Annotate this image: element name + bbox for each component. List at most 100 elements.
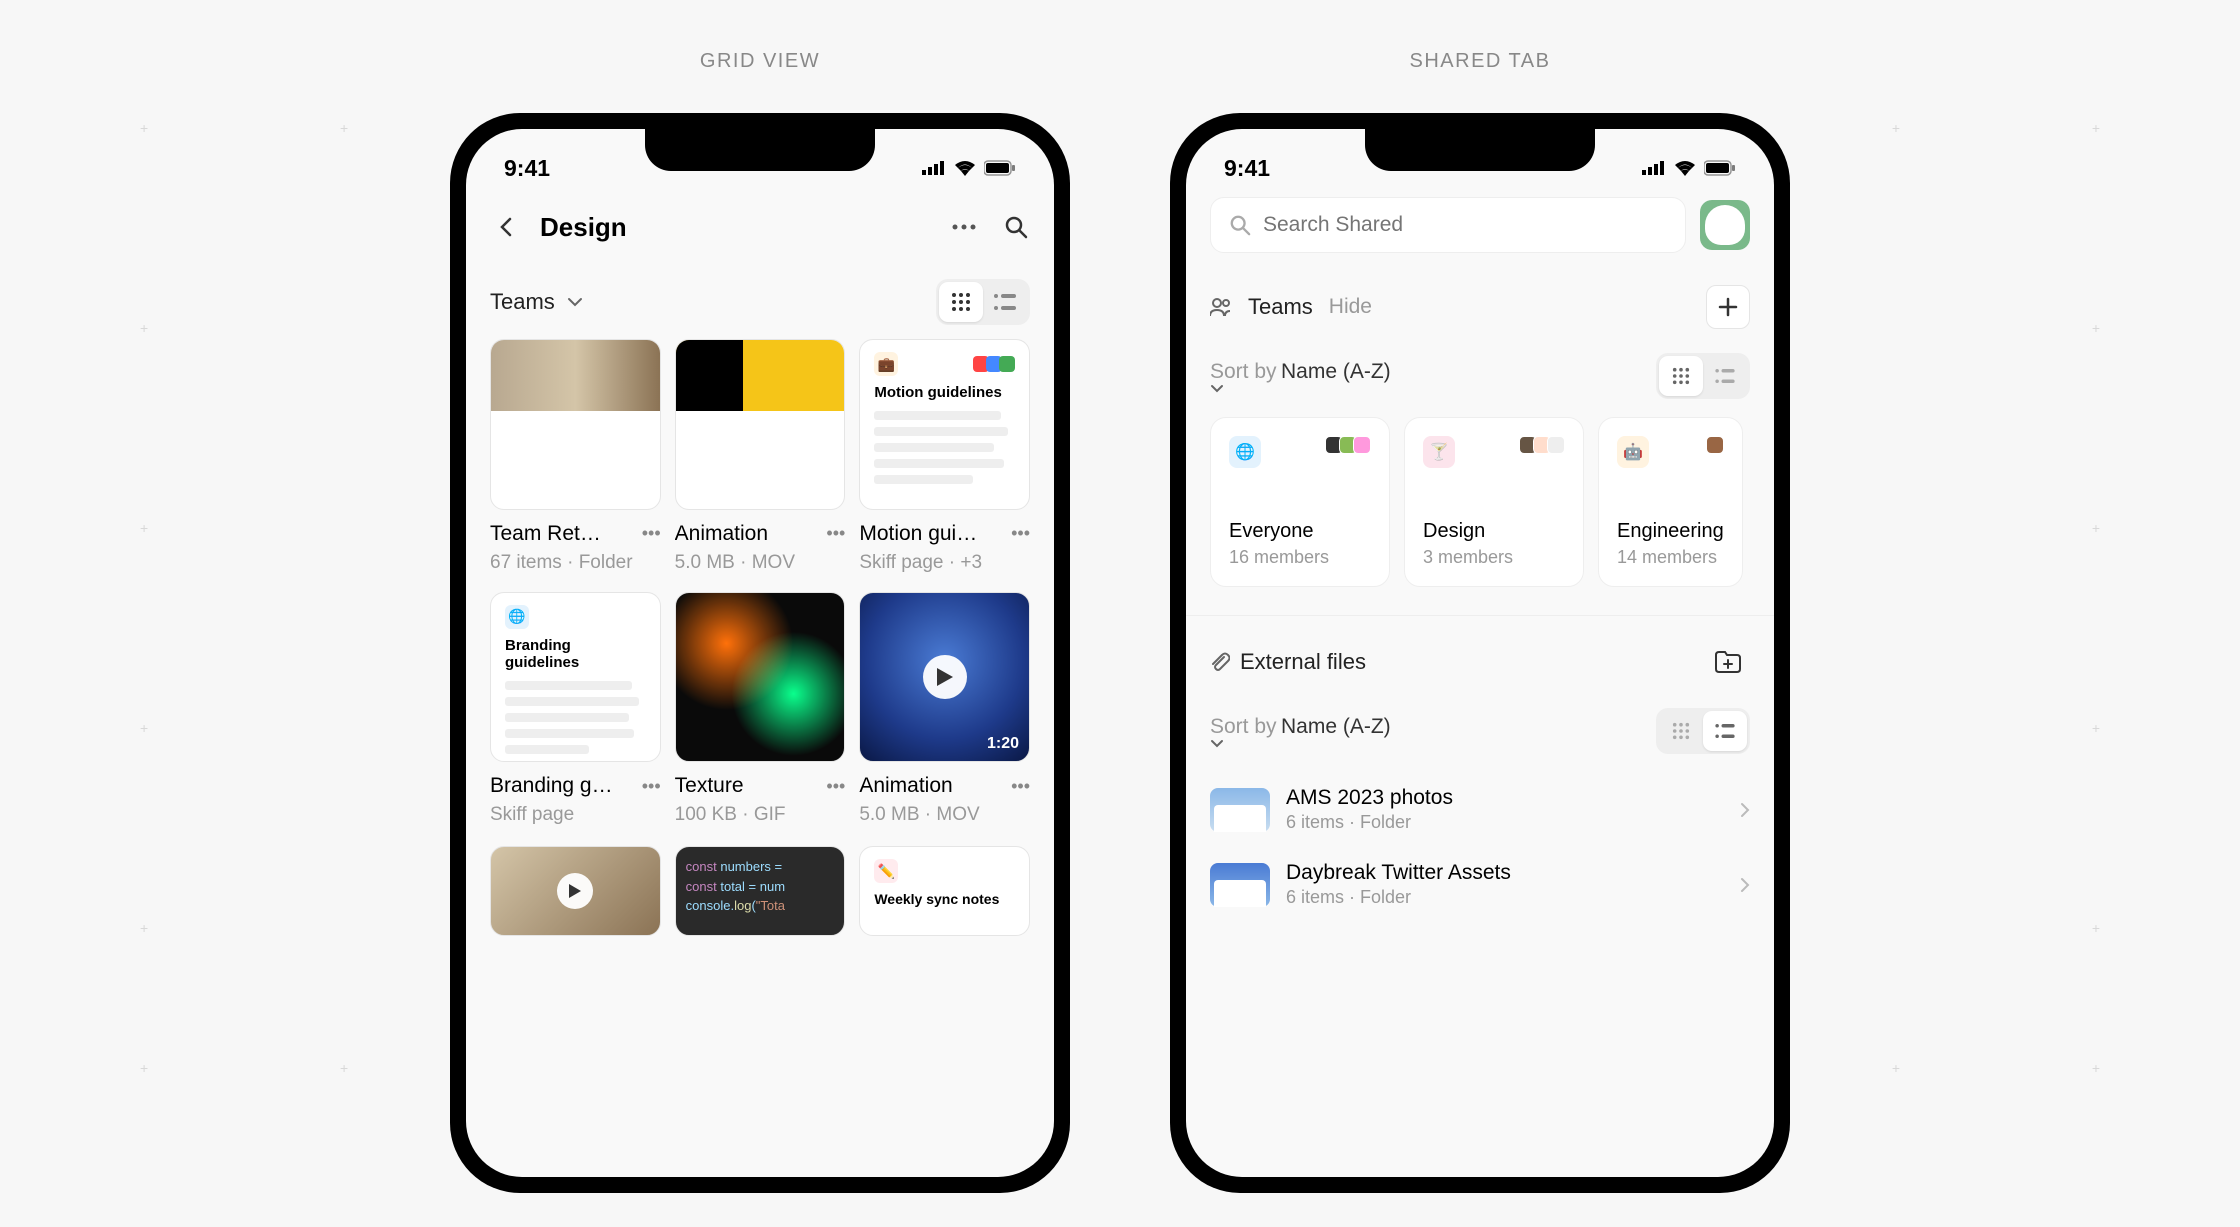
card-title: Animation (675, 522, 821, 546)
card-meta: Skiff page (490, 804, 661, 826)
file-card[interactable] (490, 846, 661, 936)
card-meta: 5.0 MB · MOV (675, 552, 846, 574)
globe-icon: 🌐 (505, 605, 529, 629)
view-toggle (1656, 353, 1750, 399)
phone-frame-grid: 9:41 Design (450, 113, 1070, 1193)
grid-view-button[interactable] (1659, 356, 1703, 396)
sort-dropdown[interactable]: Sort by Name (A-Z) (1210, 715, 1399, 748)
chevron-right-icon (1740, 802, 1750, 818)
file-card[interactable]: ✏️ Weekly sync notes (859, 846, 1030, 936)
list-view-button[interactable] (983, 282, 1027, 322)
file-card[interactable]: 1:20 Animation ••• 5.0 MB · MOV (859, 592, 1030, 827)
column-title-shared: SHARED TAB (1410, 50, 1551, 73)
file-name: Daybreak Twitter Assets (1286, 861, 1724, 885)
card-title: Texture (675, 774, 821, 798)
card-more-icon[interactable]: ••• (826, 523, 845, 544)
phone-frame-shared: 9:41 (1170, 113, 1790, 1193)
doc-title: Branding guidelines (505, 637, 646, 671)
card-meta: Skiff page · +3 (859, 552, 1030, 574)
list-view-button[interactable] (1703, 356, 1747, 396)
notch (1365, 129, 1595, 171)
robot-icon: 🤖 (1617, 436, 1649, 468)
team-member-avatars (1523, 436, 1565, 454)
file-card[interactable]: Texture ••• 100 KB · GIF (675, 592, 846, 827)
team-name: Everyone (1229, 520, 1371, 543)
sort-value: Name (A-Z) (1281, 360, 1391, 383)
card-meta: 100 KB · GIF (675, 804, 846, 826)
column-title-grid: GRID VIEW (700, 50, 820, 73)
team-card[interactable]: 🌐 Everyone 16 members (1210, 417, 1390, 587)
sort-label: Sort by (1210, 715, 1277, 738)
chevron-right-icon (1740, 877, 1750, 893)
card-meta: 5.0 MB · MOV (859, 804, 1030, 826)
card-more-icon[interactable]: ••• (642, 523, 661, 544)
list-view-button[interactable] (1703, 711, 1747, 751)
card-meta: 67 items · Folder (490, 552, 661, 574)
people-icon (1210, 298, 1232, 316)
back-button[interactable] (490, 211, 522, 243)
search-button[interactable] (1002, 213, 1030, 241)
file-row[interactable]: Daybreak Twitter Assets 6 items · Folder (1210, 847, 1750, 922)
wifi-icon (1674, 160, 1696, 176)
play-icon (557, 873, 593, 909)
martini-icon: 🍸 (1423, 436, 1455, 468)
file-meta: 6 items · Folder (1286, 887, 1724, 908)
profile-avatar[interactable] (1700, 200, 1750, 250)
globe-icon: 🌐 (1229, 436, 1261, 468)
file-card[interactable]: 🌐 Branding guidelines Branding g…••• Ski… (490, 592, 661, 827)
team-card[interactable]: 🤖 Engineering 14 members (1598, 417, 1743, 587)
file-card[interactable]: Animation ••• 5.0 MB · MOV (675, 339, 846, 574)
divider (1186, 615, 1774, 616)
search-icon (1229, 214, 1251, 236)
card-title: Animation (859, 774, 1005, 798)
add-team-button[interactable] (1706, 285, 1750, 329)
file-meta: 6 items · Folder (1286, 812, 1724, 833)
filter-dropdown[interactable]: Teams (490, 289, 936, 315)
team-card[interactable]: 🍸 Design 3 members (1404, 417, 1584, 587)
battery-icon (1704, 160, 1736, 176)
team-member-count: 16 members (1229, 547, 1371, 568)
card-more-icon[interactable]: ••• (1011, 523, 1030, 544)
briefcase-icon: 💼 (874, 352, 898, 376)
file-card[interactable]: const numbers = const total = num consol… (675, 846, 846, 936)
search-field[interactable] (1263, 213, 1667, 237)
chevron-down-icon (1210, 384, 1399, 393)
sort-dropdown[interactable]: Sort by Name (A-Z) (1210, 360, 1399, 393)
battery-icon (984, 160, 1016, 176)
attachment-icon (1210, 651, 1230, 673)
duration-badge: 1:20 (987, 735, 1019, 753)
signal-icon (922, 161, 946, 175)
doc-title: Motion guidelines (874, 384, 1015, 401)
card-more-icon[interactable]: ••• (642, 776, 661, 797)
card-more-icon[interactable]: ••• (1011, 776, 1030, 797)
search-input[interactable] (1210, 197, 1686, 253)
status-time: 9:41 (1224, 155, 1270, 182)
file-name: AMS 2023 photos (1286, 786, 1724, 810)
file-card[interactable]: Team Ret… ••• 67 items · Folder (490, 339, 661, 574)
more-button[interactable] (950, 213, 978, 241)
status-time: 9:41 (504, 155, 550, 182)
play-icon (923, 655, 967, 699)
team-member-count: 3 members (1423, 547, 1565, 568)
page-title: Design (540, 212, 932, 243)
teams-label: Teams (1248, 294, 1313, 320)
team-member-avatars (1710, 436, 1724, 454)
signal-icon (1642, 161, 1666, 175)
file-card[interactable]: 💼 Motion guidelines Motion gui…••• Skiff… (859, 339, 1030, 574)
team-member-count: 14 members (1617, 547, 1724, 568)
hide-button[interactable]: Hide (1329, 295, 1372, 319)
grid-view-button[interactable] (1659, 711, 1703, 751)
view-toggle (1656, 708, 1750, 754)
card-title: Team Ret… (490, 522, 636, 546)
file-row[interactable]: AMS 2023 photos 6 items · Folder (1210, 772, 1750, 847)
grid-view-button[interactable] (939, 282, 983, 322)
folder-thumbnail (1210, 788, 1270, 832)
chevron-down-icon (1210, 739, 1399, 748)
card-more-icon[interactable]: ••• (826, 776, 845, 797)
new-folder-button[interactable] (1706, 640, 1750, 684)
view-toggle (936, 279, 1030, 325)
sort-label: Sort by (1210, 360, 1277, 383)
filter-label: Teams (490, 289, 555, 315)
sort-value: Name (A-Z) (1281, 715, 1391, 738)
team-name: Engineering (1617, 520, 1724, 543)
